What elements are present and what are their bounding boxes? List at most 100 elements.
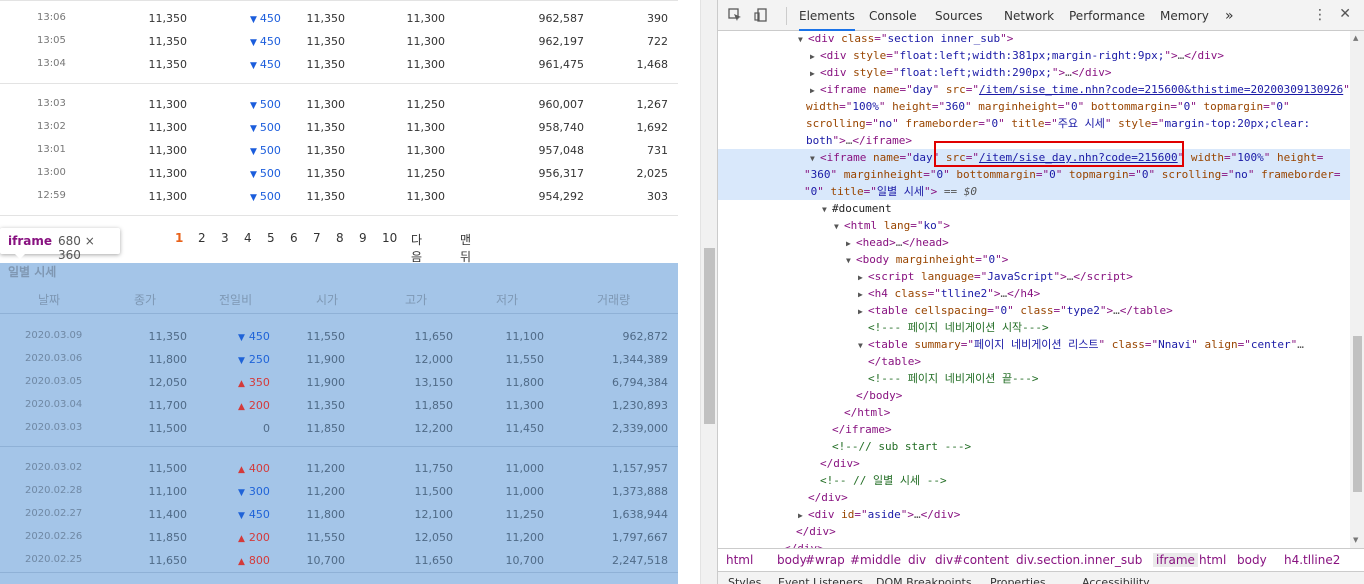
sidebar-tab[interactable]: DOM Breakpoints <box>876 576 972 584</box>
breadcrumb-item[interactable]: div#content <box>935 553 1009 567</box>
page-link-2[interactable]: 2 <box>198 231 206 245</box>
breadcrumb-item[interactable]: div.section.inner_sub <box>1016 553 1142 567</box>
dom-node-line[interactable]: ▶ <div style="float:left;width:290px;">…<… <box>810 64 1111 82</box>
dom-node-line[interactable]: ▶ <iframe name="day" src="/item/sise_time… <box>810 81 1350 99</box>
dom-node-line[interactable]: ▼ <div class="section inner_sub"> <box>798 31 1013 48</box>
dom-node-markup: <table summary="페이지 네비게이션 리스트" class="Nn… <box>868 338 1304 351</box>
tab-performance[interactable]: Performance <box>1069 0 1145 31</box>
dom-node-line[interactable]: <!-- // 일별 시세 --> <box>810 472 947 489</box>
dom-node-line[interactable]: width="100%" height="360" marginheight="… <box>806 98 1290 115</box>
dom-node-line[interactable]: </div> <box>774 540 824 548</box>
collapse-arrow-icon[interactable]: ▶ <box>846 235 856 252</box>
time-cell: 13:04 <box>37 58 66 69</box>
more-options-icon[interactable]: ⋮ <box>1313 7 1327 23</box>
sidebar-tab[interactable]: Styles <box>728 576 761 584</box>
page-scrollbar[interactable] <box>700 0 717 584</box>
elements-scrollbar-thumb[interactable] <box>1353 336 1362 492</box>
tab-network[interactable]: Network <box>1004 0 1054 31</box>
dom-node-line[interactable]: </div> <box>798 489 848 506</box>
dom-node-line[interactable]: <!--- 페이지 네비게이션 시작---> <box>858 319 1049 336</box>
dom-node-line[interactable]: ▼ <table summary="페이지 네비게이션 리스트" class="N… <box>858 336 1304 354</box>
scroll-down-icon[interactable]: ▼ <box>1353 536 1358 544</box>
collapse-arrow-icon[interactable]: ▶ <box>858 303 868 320</box>
dom-node-line[interactable]: ▶ <div style="float:left;width:381px;marg… <box>810 47 1224 65</box>
page-link-1[interactable]: 1 <box>175 231 183 245</box>
page-link-9[interactable]: 9 <box>359 231 367 245</box>
page-link-7[interactable]: 7 <box>313 231 321 245</box>
breadcrumb-item[interactable]: h4.tlline2 <box>1284 553 1340 567</box>
close-cell: 11,500 <box>148 462 188 475</box>
collapse-arrow-icon[interactable]: ▶ <box>810 82 820 99</box>
close-cell: 11,650 <box>148 554 188 567</box>
page-link-10[interactable]: 10 <box>382 231 397 245</box>
tab-console[interactable]: Console <box>869 0 917 31</box>
page-link-8[interactable]: 8 <box>336 231 344 245</box>
collapse-arrow-icon[interactable]: ▶ <box>810 65 820 82</box>
breadcrumb-item[interactable]: html <box>726 553 753 567</box>
time-cell: 13:01 <box>37 144 66 155</box>
dom-node-line[interactable]: </div> <box>810 455 860 472</box>
close-cell: 12,050 <box>148 376 188 389</box>
dom-node-line[interactable]: ▶ <div id="aside">…</div> <box>798 506 960 524</box>
page-scrollbar-thumb[interactable] <box>704 248 715 424</box>
dom-node-line[interactable]: ▼ #document <box>822 200 892 218</box>
dom-node-line[interactable]: ▶ <head>…</head> <box>846 234 949 252</box>
sidebar-tab[interactable]: Event Listeners <box>778 576 863 584</box>
volume-cell: 1,344,389 <box>612 353 668 366</box>
expand-arrow-icon[interactable]: ▼ <box>798 31 808 48</box>
dom-node-line[interactable]: <!--- 페이지 네비게이션 끝---> <box>858 370 1039 387</box>
dom-node-markup: <iframe name="day" src="/item/sise_time.… <box>820 83 1350 96</box>
dom-node-line[interactable]: </table> <box>858 353 921 370</box>
page-link-4[interactable]: 4 <box>244 231 252 245</box>
breadcrumb-item[interactable]: body <box>1237 553 1267 567</box>
breadcrumb-item[interactable]: #wrap <box>805 553 845 567</box>
page-link-6[interactable]: 6 <box>290 231 298 245</box>
sidebar-tab[interactable]: Properties <box>990 576 1046 584</box>
dom-node-line[interactable]: ▼ <html lang="ko"> <box>834 217 950 235</box>
breadcrumb-item[interactable]: #middle <box>850 553 901 567</box>
expand-arrow-icon[interactable]: ▼ <box>810 150 820 167</box>
elements-scrollbar[interactable]: ▲ ▼ <box>1350 31 1364 548</box>
breadcrumb-item[interactable]: iframe <box>1153 553 1198 567</box>
dom-node-line[interactable]: ▼ <body marginheight="0"> <box>846 251 1008 269</box>
dom-node-line[interactable]: ▶ <table cellspacing="0" class="type2">…<… <box>858 302 1173 320</box>
sidebar-tab[interactable]: Accessibility <box>1082 576 1150 584</box>
expand-arrow-icon[interactable]: ▼ <box>822 201 832 218</box>
dom-node-line[interactable]: both">…</iframe> <box>806 132 912 149</box>
breadcrumb-item[interactable]: html <box>1199 553 1226 567</box>
collapse-arrow-icon[interactable]: ▶ <box>810 48 820 65</box>
page-link-3[interactable]: 3 <box>221 231 229 245</box>
tab-sources[interactable]: Sources <box>935 0 982 31</box>
more-tabs-icon[interactable]: » <box>1225 0 1234 31</box>
dom-node-line[interactable]: </html> <box>834 404 890 421</box>
collapse-arrow-icon[interactable]: ▶ <box>858 286 868 303</box>
expand-arrow-icon[interactable]: ▼ <box>846 252 856 269</box>
tab-elements[interactable]: Elements <box>799 0 855 31</box>
dom-node-line[interactable]: "360" marginheight="0" bottommargin="0" … <box>718 166 1350 183</box>
dom-node-line[interactable]: </iframe> <box>822 421 892 438</box>
dom-node-line[interactable]: </body> <box>846 387 902 404</box>
sell-cell: 11,300 <box>406 190 446 203</box>
inspect-element-icon[interactable] <box>728 8 742 22</box>
dom-node-line[interactable]: </div> <box>786 523 836 540</box>
tab-memory[interactable]: Memory <box>1160 0 1209 31</box>
up-arrow-icon: ▲ <box>238 534 245 544</box>
collapse-arrow-icon[interactable]: ▶ <box>858 269 868 286</box>
scroll-up-icon[interactable]: ▲ <box>1353 34 1358 42</box>
dom-node-line[interactable]: scrolling="no" frameborder="0" title="주요… <box>806 115 1310 132</box>
dom-node-line[interactable]: ▶ <script language="JavaScript">…</script… <box>858 268 1133 286</box>
device-toolbar-icon[interactable] <box>754 8 768 22</box>
dom-node-markup: "0" title="일별 시세"> == $0 <box>804 185 977 198</box>
breadcrumb-item[interactable]: div <box>908 553 926 567</box>
dom-node-line[interactable]: <!--// sub start ---> <box>822 438 971 455</box>
diff-value: 450 <box>248 330 270 343</box>
diff-cell: ▼ 500 <box>250 98 281 111</box>
expand-arrow-icon[interactable]: ▼ <box>858 337 868 354</box>
breadcrumb-item[interactable]: body <box>777 553 807 567</box>
dom-node-line[interactable]: "0" title="일별 시세"> == $0 <box>718 183 1350 200</box>
page-link-5[interactable]: 5 <box>267 231 275 245</box>
close-icon[interactable]: ✕ <box>1339 6 1351 22</box>
collapse-arrow-icon[interactable]: ▶ <box>798 507 808 524</box>
expand-arrow-icon[interactable]: ▼ <box>834 218 844 235</box>
dom-node-line[interactable]: ▶ <h4 class="tlline2">…</h4> <box>858 285 1040 303</box>
